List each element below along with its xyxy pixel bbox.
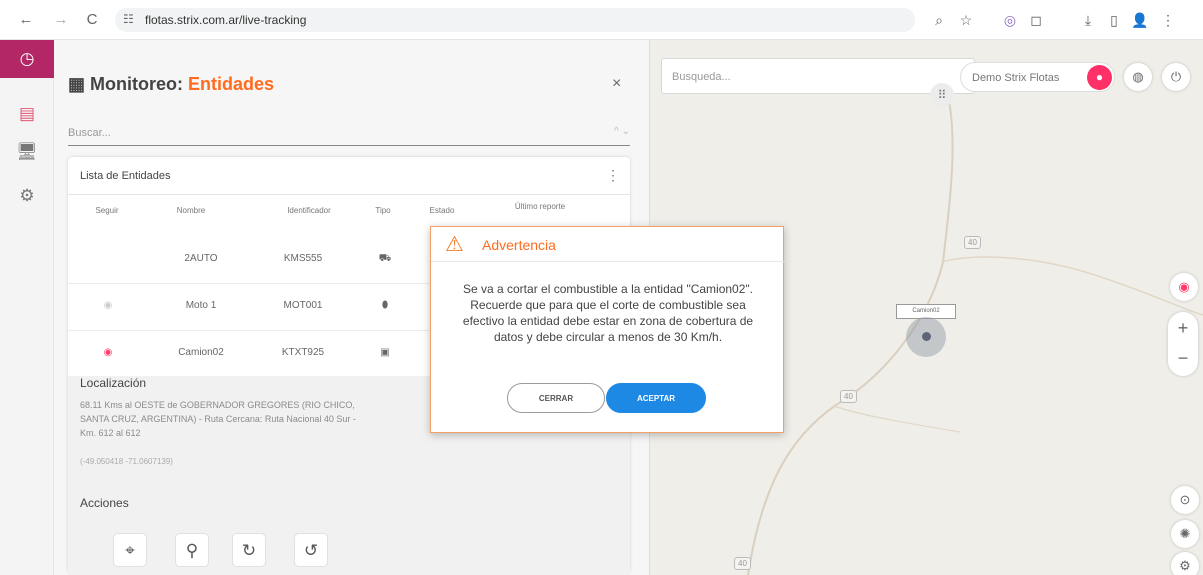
entity-search-input[interactable]: Buscar... ^ ⌄ <box>68 122 630 146</box>
column-header-name[interactable]: Nombre <box>156 206 226 215</box>
zoom-icon[interactable]: ⌕ <box>930 11 948 29</box>
user-menu[interactable]: Demo Strix Flotas ● <box>960 62 1115 92</box>
alerts-nav-icon[interactable]: 🖥 <box>8 133 46 171</box>
extensions-puzzle-icon[interactable]: ◻ <box>1027 11 1045 29</box>
map-search-input[interactable]: Busqueda... ⠿ <box>661 58 975 107</box>
entity-name: Moto 1 <box>185 300 217 311</box>
search-placeholder: Buscar... <box>68 127 111 139</box>
back-icon[interactable]: ← <box>17 11 35 29</box>
location-text: 68.11 Kms al OESTE de GOBERNADOR GREGORE… <box>80 400 356 438</box>
column-header-identifier[interactable]: Identificador <box>264 206 354 215</box>
eye-icon[interactable]: ◉ <box>98 300 118 311</box>
power-icon[interactable]: ⏻ <box>1162 63 1190 91</box>
warning-dialog: ⚠ Advertencia Se va a cortar el combusti… <box>430 226 785 433</box>
route-action-icon[interactable]: ⚲ <box>175 533 209 567</box>
column-header-last-report[interactable]: Último reporte <box>510 202 570 211</box>
vehicle-position-icon <box>922 332 931 341</box>
forward-icon[interactable]: → <box>52 11 70 29</box>
locate-action-icon[interactable]: ⌖ <box>113 533 147 567</box>
url-text: flotas.strix.com.ar/live-tracking <box>145 13 307 27</box>
zoom-control[interactable]: + − <box>1168 312 1198 376</box>
car-icon: ⛟ <box>378 253 392 264</box>
browser-menu-icon[interactable]: ⋮ <box>1159 11 1177 29</box>
entities-nav-icon[interactable]: ▤ <box>8 95 46 133</box>
entity-name: 2AUTO <box>184 253 218 264</box>
settings-map-icon[interactable]: ⚙ <box>1171 552 1199 575</box>
accept-button[interactable]: ACEPTAR <box>606 383 706 413</box>
card-menu-icon[interactable]: ⋮ <box>606 167 620 184</box>
warning-dialog-header: ⚠ Advertencia <box>431 227 785 262</box>
address-bar[interactable]: ☷ flotas.strix.com.ar/live-tracking <box>115 8 915 32</box>
actions-heading: Acciones <box>80 496 129 510</box>
motorcycle-icon: ⬮ <box>381 300 389 311</box>
download-icon[interactable]: ⤓ <box>1079 11 1097 29</box>
apps-grid-icon[interactable]: ⠿ <box>930 83 954 107</box>
avatar[interactable]: ● <box>1087 65 1112 90</box>
traffic-icon[interactable]: ✺ <box>1171 520 1199 548</box>
history-action-icon[interactable]: ↺ <box>294 533 328 567</box>
entity-identifier: KMS555 <box>283 253 323 264</box>
zoom-in-icon[interactable]: + <box>1168 312 1198 344</box>
close-panel-icon[interactable]: × <box>612 75 621 93</box>
route-40-marker: 40 <box>840 390 857 403</box>
location-heading: Localización <box>80 376 147 390</box>
bookmark-star-icon[interactable]: ☆ <box>957 11 975 29</box>
layers-icon[interactable]: ⊙ <box>1171 486 1199 514</box>
route-40-marker: 40 <box>734 557 751 570</box>
map-search-placeholder: Busqueda... <box>672 71 731 83</box>
column-header-follow[interactable]: Seguir <box>82 206 132 215</box>
entity-name: Camion02 <box>178 347 224 358</box>
entity-identifier: MOT001 <box>283 300 323 311</box>
browser-toolbar: ← → C ☷ flotas.strix.com.ar/live-trackin… <box>0 0 1203 40</box>
live-tracking-nav-icon[interactable]: ◷ <box>0 40 54 78</box>
panel-title-prefix: Monitoreo: <box>90 74 183 94</box>
side-panel-icon[interactable]: ▯ <box>1105 11 1123 29</box>
zoom-out-icon[interactable]: − <box>1168 344 1198 376</box>
left-navigation-rail: ◷ ▤ 🖥 ⚙ <box>0 40 54 575</box>
column-header-type[interactable]: Tipo <box>368 206 398 215</box>
entity-identifier: KTXT925 <box>281 347 325 358</box>
truck-icon: ▣ <box>380 347 390 358</box>
warning-triangle-icon: ⚠ <box>445 233 464 256</box>
location-coordinates: (-49.050418 -71.0607139) <box>80 457 173 466</box>
reload-icon[interactable]: C <box>83 11 101 29</box>
eye-map-icon[interactable]: ◉ <box>1170 273 1198 301</box>
refresh-action-icon[interactable]: ↻ <box>232 533 266 567</box>
panel-title-highlight: Entidades <box>188 74 275 94</box>
panel-title-icon: ▦ <box>68 74 91 94</box>
close-button[interactable]: CERRAR <box>507 383 605 413</box>
dialog-title: Advertencia <box>482 237 556 253</box>
column-header-status[interactable]: Estado <box>422 206 462 215</box>
site-info-icon[interactable]: ☷ <box>123 12 134 26</box>
globe-icon[interactable]: ◍ <box>1124 63 1152 91</box>
eye-icon[interactable]: ◉ <box>98 347 118 358</box>
route-40-marker: 40 <box>964 236 981 249</box>
entities-list-title: Lista de Entidades <box>80 170 171 182</box>
settings-nav-icon[interactable]: ⚙ <box>8 177 46 215</box>
user-name: Demo Strix Flotas <box>972 72 1060 84</box>
entities-card-header: Lista de Entidades ⋮ <box>68 157 630 195</box>
vehicle-marker[interactable] <box>906 317 946 357</box>
search-arrow-icons[interactable]: ^ ⌄ <box>614 126 630 137</box>
profile-icon[interactable]: 👤 <box>1131 11 1149 29</box>
extension-brain-icon[interactable]: ◎ <box>1001 11 1019 29</box>
panel-title: ▦ Monitoreo: Entidades <box>68 74 274 95</box>
dialog-message: Se va a cortar el combustible a la entid… <box>462 282 754 344</box>
